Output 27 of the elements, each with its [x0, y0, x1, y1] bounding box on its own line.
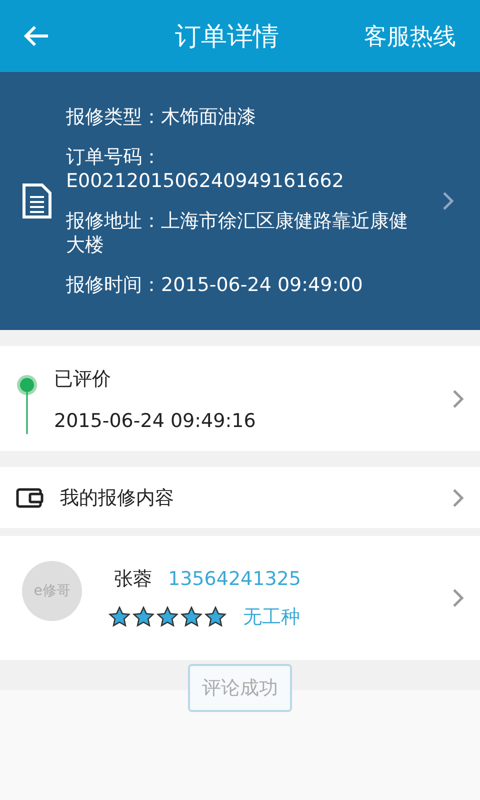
wallet-icon: [16, 488, 44, 508]
page-title: 订单详情: [174, 20, 280, 54]
back-arrow-icon[interactable]: [22, 24, 50, 48]
status-time: 2015-06-24 09:49:16: [54, 410, 257, 432]
document-icon: [22, 183, 52, 219]
star-icon: [180, 606, 203, 628]
timeline-dot-icon: [16, 374, 38, 434]
repair-content-label: 我的报修内容: [60, 486, 175, 510]
star-icon: [156, 606, 179, 628]
status-label: 已评价: [54, 366, 112, 392]
chevron-icon: [452, 388, 464, 408]
chevron-icon: [442, 191, 454, 211]
order-detail-text: 报修地址：上海市徐汇区康健路靠近康健大楼: [66, 209, 409, 257]
repair-content-row[interactable]: 我的报修内容: [0, 467, 480, 528]
order-detail-text: 报修时间：2015-06-24 09:49:00: [66, 273, 364, 297]
order-detail-text: 报修类型：木饰面油漆: [66, 105, 257, 129]
order-panel[interactable]: 报修类型：木饰面油漆 订单号码：E0021201506240949161662 报修地址：上海市徐汇区康健路靠近康健大楼 报修时间：2015-06-24 09:49:00: [0, 72, 480, 330]
star-icon: [132, 606, 155, 628]
worker-name: 张蓉: [114, 567, 152, 592]
trade-label: 无工种: [243, 605, 300, 630]
order-detail-text: 订单号码：E0021201506240949161662: [66, 145, 345, 193]
chevron-icon: [452, 588, 464, 608]
chevron-icon: [452, 488, 464, 508]
star-icon: [108, 606, 131, 628]
star-icon: [204, 606, 227, 628]
toast-message: 评论成功: [188, 664, 292, 712]
status-row[interactable]: 已评价 2015-06-24 09:49:16: [0, 346, 480, 451]
